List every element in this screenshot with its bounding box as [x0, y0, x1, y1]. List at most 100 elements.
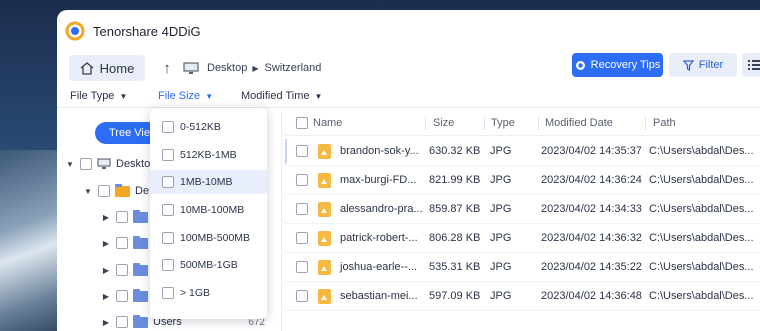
tree-checkbox[interactable] — [116, 290, 128, 302]
cell-type: JPG — [490, 174, 512, 186]
expand-triangle-icon[interactable]: ▶ — [101, 213, 111, 222]
option-checkbox[interactable] — [162, 204, 174, 216]
column-header-path[interactable]: Path — [653, 117, 676, 129]
file-size-label: File Size — [158, 90, 201, 102]
image-file-icon — [318, 202, 331, 217]
column-divider[interactable] — [645, 116, 646, 130]
tree-checkbox[interactable] — [116, 316, 128, 328]
table-row[interactable]: patrick-robert-... 806.28 KB JPG 2023/04… — [285, 224, 760, 253]
list-view-button[interactable] — [742, 53, 760, 77]
folder-icon — [115, 183, 130, 197]
option-label: 512KB-1MB — [180, 149, 237, 161]
list-view-icon — [748, 60, 760, 70]
breadcrumb-desktop[interactable]: Desktop — [207, 62, 247, 74]
image-file-icon — [318, 231, 331, 246]
cell-size: 597.09 KB — [429, 290, 481, 302]
option-checkbox[interactable] — [162, 121, 174, 133]
size-option[interactable]: > 1GB — [150, 281, 267, 305]
expand-triangle-icon[interactable]: ▶ — [101, 266, 111, 275]
cell-name: alessandro-pra... — [340, 203, 423, 215]
option-label: 500MB-1GB — [180, 259, 238, 271]
cell-name: sebastian-mei... — [340, 290, 418, 302]
cell-modified-date: 2023/04/02 14:35:22 — [541, 261, 642, 273]
app-window: Tenorshare 4DDiG Home ↑ Desktop ▶ Switze… — [57, 10, 760, 331]
computer-icon — [183, 61, 201, 75]
row-accent — [285, 139, 287, 164]
tree-checkbox[interactable] — [98, 185, 110, 197]
modified-time-filter[interactable]: Modified Time ▼ — [241, 90, 322, 102]
size-option[interactable]: 0-512KB — [150, 115, 267, 139]
table-row[interactable]: alessandro-pra... 859.87 KB JPG 2023/04/… — [285, 195, 760, 224]
folder-icon — [133, 262, 148, 276]
app-title: Tenorshare 4DDiG — [93, 23, 201, 39]
cell-name: joshua-earle--... — [340, 261, 418, 273]
size-option-highlighted[interactable]: 1MB-10MB — [150, 170, 267, 194]
expand-triangle-icon[interactable]: ▶ — [101, 292, 111, 301]
filter-button[interactable]: Filter — [669, 53, 737, 77]
option-checkbox[interactable] — [162, 149, 174, 161]
expand-triangle-icon[interactable]: ▼ — [83, 187, 93, 196]
row-checkbox[interactable] — [296, 174, 308, 186]
row-checkbox[interactable] — [296, 145, 308, 157]
recovery-tips-icon — [575, 60, 585, 70]
column-header-size[interactable]: Size — [433, 117, 454, 129]
option-checkbox[interactable] — [162, 176, 174, 188]
row-checkbox[interactable] — [296, 203, 308, 215]
cell-path: C:\Users\abdal\Des... — [649, 261, 754, 273]
cell-modified-date: 2023/04/02 14:36:48 — [541, 290, 642, 302]
recovery-tips-button[interactable]: Recovery Tips — [572, 53, 663, 77]
row-checkbox[interactable] — [296, 261, 308, 273]
size-option[interactable]: 512KB-1MB — [150, 143, 267, 167]
table-row[interactable]: joshua-earle--... 535.31 KB JPG 2023/04/… — [285, 253, 760, 282]
tree-checkbox[interactable] — [80, 158, 92, 170]
filter-label: Filter — [698, 59, 724, 71]
size-option[interactable]: 500MB-1GB — [150, 253, 267, 277]
computer-icon — [97, 158, 111, 169]
filter-icon — [682, 59, 694, 71]
cell-type: JPG — [490, 145, 512, 157]
breadcrumb-switzerland[interactable]: Switzerland — [265, 62, 322, 74]
cell-name: brandon-sok-y... — [340, 145, 419, 157]
cell-size: 535.31 KB — [429, 261, 481, 273]
cell-path: C:\Users\abdal\Des... — [649, 145, 754, 157]
title-bar: Tenorshare 4DDiG — [57, 10, 760, 52]
column-divider[interactable] — [425, 116, 426, 130]
file-size-filter[interactable]: File Size ▼ — [158, 90, 213, 102]
column-header-type[interactable]: Type — [491, 117, 515, 129]
image-file-icon — [318, 173, 331, 188]
column-header-modified-date[interactable]: Modified Date — [545, 117, 613, 129]
cell-type: JPG — [490, 232, 512, 244]
select-all-checkbox[interactable] — [296, 117, 308, 129]
cell-modified-date: 2023/04/02 14:35:37 — [541, 145, 642, 157]
expand-triangle-icon[interactable]: ▼ — [65, 160, 75, 169]
column-divider[interactable] — [484, 116, 485, 130]
row-checkbox[interactable] — [296, 290, 308, 302]
column-header-name[interactable]: Name — [313, 117, 342, 129]
expand-triangle-icon[interactable]: ▶ — [101, 239, 111, 248]
home-button[interactable]: Home — [69, 55, 145, 81]
cell-modified-date: 2023/04/02 14:36:32 — [541, 232, 642, 244]
cell-name: max-burgi-FD... — [340, 174, 417, 186]
option-label: 1MB-10MB — [180, 176, 233, 188]
option-checkbox[interactable] — [162, 259, 174, 271]
row-checkbox[interactable] — [296, 232, 308, 244]
table-row[interactable]: brandon-sok-y... 630.32 KB JPG 2023/04/0… — [285, 137, 760, 166]
tree-checkbox[interactable] — [116, 264, 128, 276]
file-type-filter[interactable]: File Type ▼ — [70, 90, 127, 102]
size-option[interactable]: 10MB-100MB — [150, 198, 267, 222]
cell-modified-date: 2023/04/02 14:36:24 — [541, 174, 642, 186]
cell-path: C:\Users\abdal\Des... — [649, 174, 754, 186]
up-arrow-icon[interactable]: ↑ — [159, 60, 175, 77]
cell-size: 859.87 KB — [429, 203, 481, 215]
tree-checkbox[interactable] — [116, 211, 128, 223]
table-row[interactable]: sebastian-mei... 597.09 KB JPG 2023/04/0… — [285, 282, 760, 311]
option-checkbox[interactable] — [162, 287, 174, 299]
expand-triangle-icon[interactable]: ▶ — [101, 318, 111, 327]
option-checkbox[interactable] — [162, 232, 174, 244]
modified-time-label: Modified Time — [241, 90, 310, 102]
option-label: 10MB-100MB — [180, 204, 245, 216]
table-row[interactable]: max-burgi-FD... 821.99 KB JPG 2023/04/02… — [285, 166, 760, 195]
tree-checkbox[interactable] — [116, 237, 128, 249]
size-option[interactable]: 100MB-500MB — [150, 226, 267, 250]
column-divider[interactable] — [538, 116, 539, 130]
